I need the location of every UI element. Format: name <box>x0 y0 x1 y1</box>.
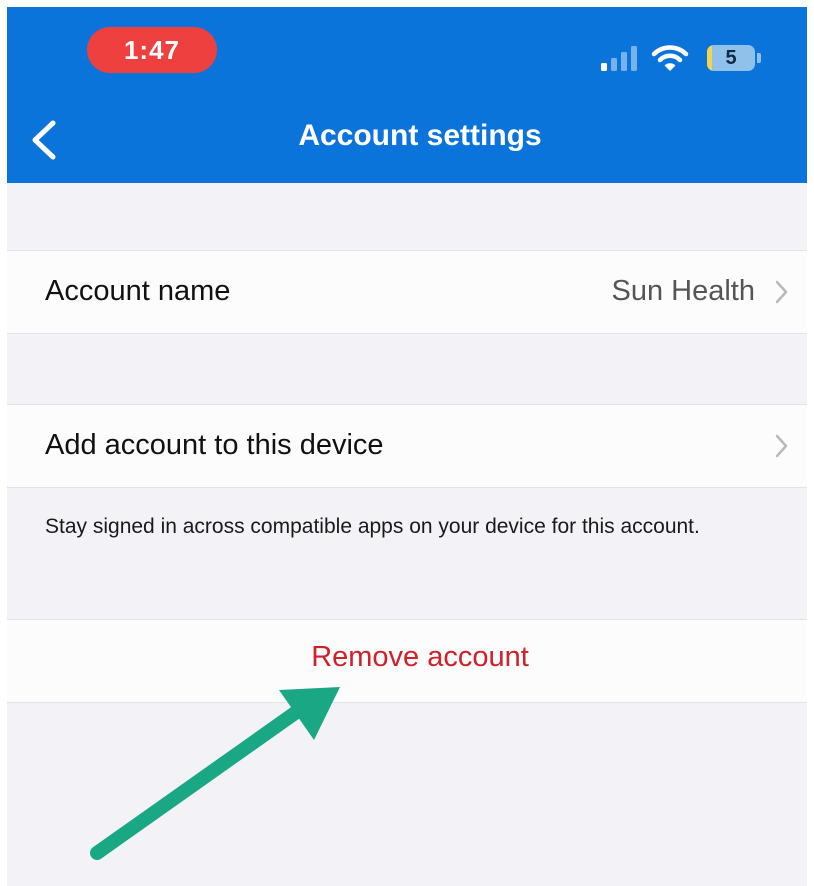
account-name-value: Sun Health <box>611 275 756 307</box>
add-account-row[interactable]: Add account to this device <box>7 404 807 488</box>
cellular-signal-icon <box>601 46 637 71</box>
app-header: 1:47 5 Account settings <box>7 7 807 183</box>
status-time: 1:47 <box>87 27 217 73</box>
add-account-label: Add account to this device <box>45 429 384 461</box>
page-title: Account settings <box>298 119 542 152</box>
screen: 1:47 5 Account settings Account name Sun… <box>7 7 807 886</box>
add-account-description: Stay signed in across compatible apps on… <box>45 515 700 538</box>
battery-icon: 5 <box>707 45 761 71</box>
battery-level: 5 <box>725 46 737 69</box>
wifi-icon <box>651 45 689 71</box>
remove-account-button[interactable]: Remove account <box>7 619 807 703</box>
account-name-row[interactable]: Account name Sun Health <box>7 250 807 334</box>
remove-account-label: Remove account <box>311 641 529 673</box>
chevron-right-icon <box>775 280 788 304</box>
chevron-right-icon <box>775 434 788 458</box>
account-name-label: Account name <box>45 275 231 307</box>
